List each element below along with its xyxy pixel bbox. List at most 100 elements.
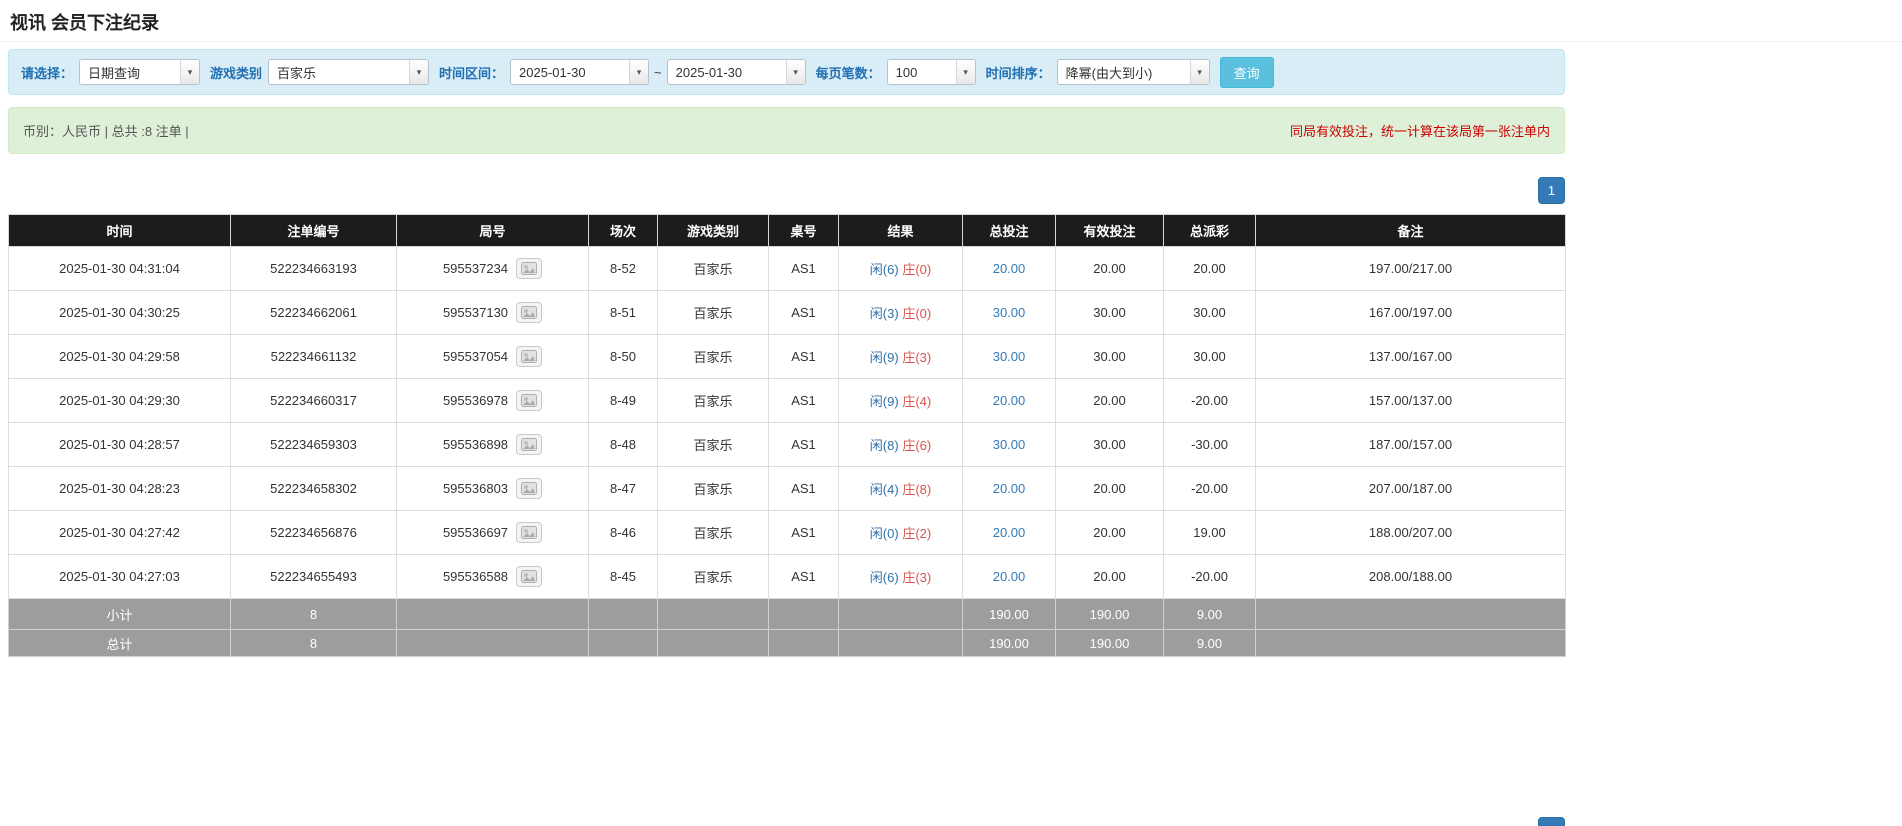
range-separator: ~ <box>654 64 662 80</box>
round-replay-icon[interactable] <box>516 566 543 587</box>
chevron-down-icon[interactable]: ▾ <box>955 60 975 84</box>
total-bet-link[interactable]: 20.00 <box>993 569 1026 584</box>
cell-game-type: 百家乐 <box>657 246 769 291</box>
table-row: 2025-01-30 04:28:57 522234659303 5955368… <box>8 422 1566 467</box>
table-header-row: 时间 注单编号 局号 场次 游戏类别 桌号 结果 总投注 有效投注 总派彩 备注 <box>8 214 1566 247</box>
cell-time: 2025-01-30 04:27:42 <box>8 510 231 555</box>
column-header: 总投注 <box>962 214 1056 247</box>
query-button[interactable]: 查询 <box>1219 56 1274 88</box>
column-header: 局号 <box>396 214 589 247</box>
chevron-down-icon[interactable]: ▾ <box>409 60 429 84</box>
cell-session: 8-47 <box>588 466 658 511</box>
table-row: 2025-01-30 04:29:58 522234661132 5955370… <box>8 334 1566 379</box>
total-count: 8 <box>230 629 397 657</box>
total-bet-link[interactable]: 30.00 <box>993 305 1026 320</box>
cell-total-bet: 30.00 <box>962 290 1056 335</box>
total-bet-link[interactable]: 20.00 <box>993 481 1026 496</box>
chevron-down-icon[interactable]: ▾ <box>785 60 805 84</box>
round-replay-icon[interactable] <box>516 478 543 499</box>
page-title: 视讯 会员下注纪录 <box>10 13 160 33</box>
round-id: 595537234 <box>442 261 509 276</box>
cell-valid-bet: 30.00 <box>1055 290 1164 335</box>
cell-round: 595537130 <box>396 290 589 335</box>
cell-bet-id: 522234656876 <box>230 510 397 555</box>
cell-game-type: 百家乐 <box>657 422 769 467</box>
round-id: 595536898 <box>442 437 509 452</box>
total-bet-link[interactable]: 30.00 <box>993 437 1026 452</box>
date-to-combo[interactable]: ▾ <box>666 59 806 85</box>
round-replay-icon[interactable] <box>516 390 543 411</box>
sort-order-input[interactable] <box>1057 60 1190 84</box>
sort-order-label: 时间排序： <box>985 65 1051 81</box>
content-container: 请选择： ▾ 游戏类别 ▾ 时间区间： ▾ ~ ▾ 每页笔数： ▾ 时间排序： … <box>8 49 1566 826</box>
column-header: 有效投注 <box>1055 214 1164 247</box>
cell-round: 595536697 <box>396 510 589 555</box>
cell-payout: 30.00 <box>1163 290 1256 335</box>
table-row: 2025-01-30 04:29:30 522234660317 5955369… <box>8 378 1566 423</box>
game-type-label: 游戏类别 <box>210 65 263 81</box>
total-payout: 9.00 <box>1163 629 1256 657</box>
cell-game-type: 百家乐 <box>657 510 769 555</box>
total-bet-link[interactable]: 30.00 <box>993 349 1026 364</box>
round-replay-icon[interactable] <box>516 434 543 455</box>
round-replay-icon[interactable] <box>516 346 543 367</box>
game-type-input[interactable] <box>269 60 410 84</box>
column-header: 注单编号 <box>230 214 397 247</box>
cell-remark: 188.00/207.00 <box>1255 510 1566 555</box>
cell-result: 闲(9) 庄(4) <box>838 378 963 423</box>
page-size-label: 每页笔数： <box>815 65 881 81</box>
cell-session: 8-45 <box>588 554 658 599</box>
total-total-bet: 190.00 <box>962 629 1056 657</box>
total-bet-link[interactable]: 20.00 <box>993 261 1026 276</box>
result-player: 闲(6) <box>869 570 899 585</box>
cell-total-bet: 30.00 <box>962 422 1056 467</box>
table-row: 2025-01-30 04:30:25 522234662061 5955371… <box>8 290 1566 335</box>
round-replay-icon[interactable] <box>516 258 543 279</box>
info-bar: 币别：人民币 | 总共 :8 注单 | 同局有效投注，统一计算在该局第一张注单内 <box>8 107 1565 154</box>
filter-bar: 请选择： ▾ 游戏类别 ▾ 时间区间： ▾ ~ ▾ 每页笔数： ▾ 时间排序： … <box>8 49 1565 95</box>
column-header: 场次 <box>588 214 658 247</box>
query-type-input[interactable] <box>80 60 181 84</box>
subtotal-empty <box>838 598 963 630</box>
total-bet-link[interactable]: 20.00 <box>993 393 1026 408</box>
query-type-combo[interactable]: ▾ <box>79 59 201 85</box>
cell-remark: 197.00/217.00 <box>1255 246 1566 291</box>
game-type-combo[interactable]: ▾ <box>268 59 430 85</box>
result-player: 闲(9) <box>869 394 899 409</box>
cell-valid-bet: 20.00 <box>1055 246 1164 291</box>
subtotal-count: 8 <box>230 598 397 630</box>
pagination-top: 1 <box>8 177 1565 204</box>
round-replay-icon[interactable] <box>516 522 543 543</box>
chevron-down-icon[interactable]: ▾ <box>1189 60 1209 84</box>
total-bet-link[interactable]: 20.00 <box>993 525 1026 540</box>
result-banker: 庄(2) <box>902 526 932 541</box>
page-size-input[interactable] <box>887 60 956 84</box>
page-size-combo[interactable]: ▾ <box>886 59 976 85</box>
date-from-combo[interactable]: ▾ <box>510 59 650 85</box>
round-id: 595537054 <box>442 349 509 364</box>
cell-valid-bet: 30.00 <box>1055 422 1164 467</box>
chevron-down-icon[interactable]: ▾ <box>629 60 649 84</box>
column-header: 桌号 <box>768 214 839 247</box>
date-from-input[interactable] <box>511 60 630 84</box>
cell-time: 2025-01-30 04:31:04 <box>8 246 231 291</box>
subtotal-valid-bet: 190.00 <box>1055 598 1164 630</box>
cell-total-bet: 30.00 <box>962 334 1056 379</box>
subtotal-total-bet: 190.00 <box>962 598 1056 630</box>
cell-game-type: 百家乐 <box>657 554 769 599</box>
cell-result: 闲(0) 庄(2) <box>838 510 963 555</box>
round-replay-icon[interactable] <box>516 302 543 323</box>
subtotal-empty <box>396 598 589 630</box>
cell-remark: 157.00/137.00 <box>1255 378 1566 423</box>
page-button-bottom[interactable]: 1 <box>1538 817 1565 826</box>
result-player: 闲(6) <box>869 262 899 277</box>
page-button[interactable]: 1 <box>1538 177 1565 204</box>
total-empty <box>1255 629 1566 657</box>
cell-bet-id: 522234659303 <box>230 422 397 467</box>
sort-order-combo[interactable]: ▾ <box>1056 59 1210 85</box>
chevron-down-icon[interactable]: ▾ <box>180 60 200 84</box>
result-banker: 庄(3) <box>902 350 932 365</box>
cell-round: 595536803 <box>396 466 589 511</box>
date-to-input[interactable] <box>667 60 786 84</box>
cell-round: 595537054 <box>396 334 589 379</box>
